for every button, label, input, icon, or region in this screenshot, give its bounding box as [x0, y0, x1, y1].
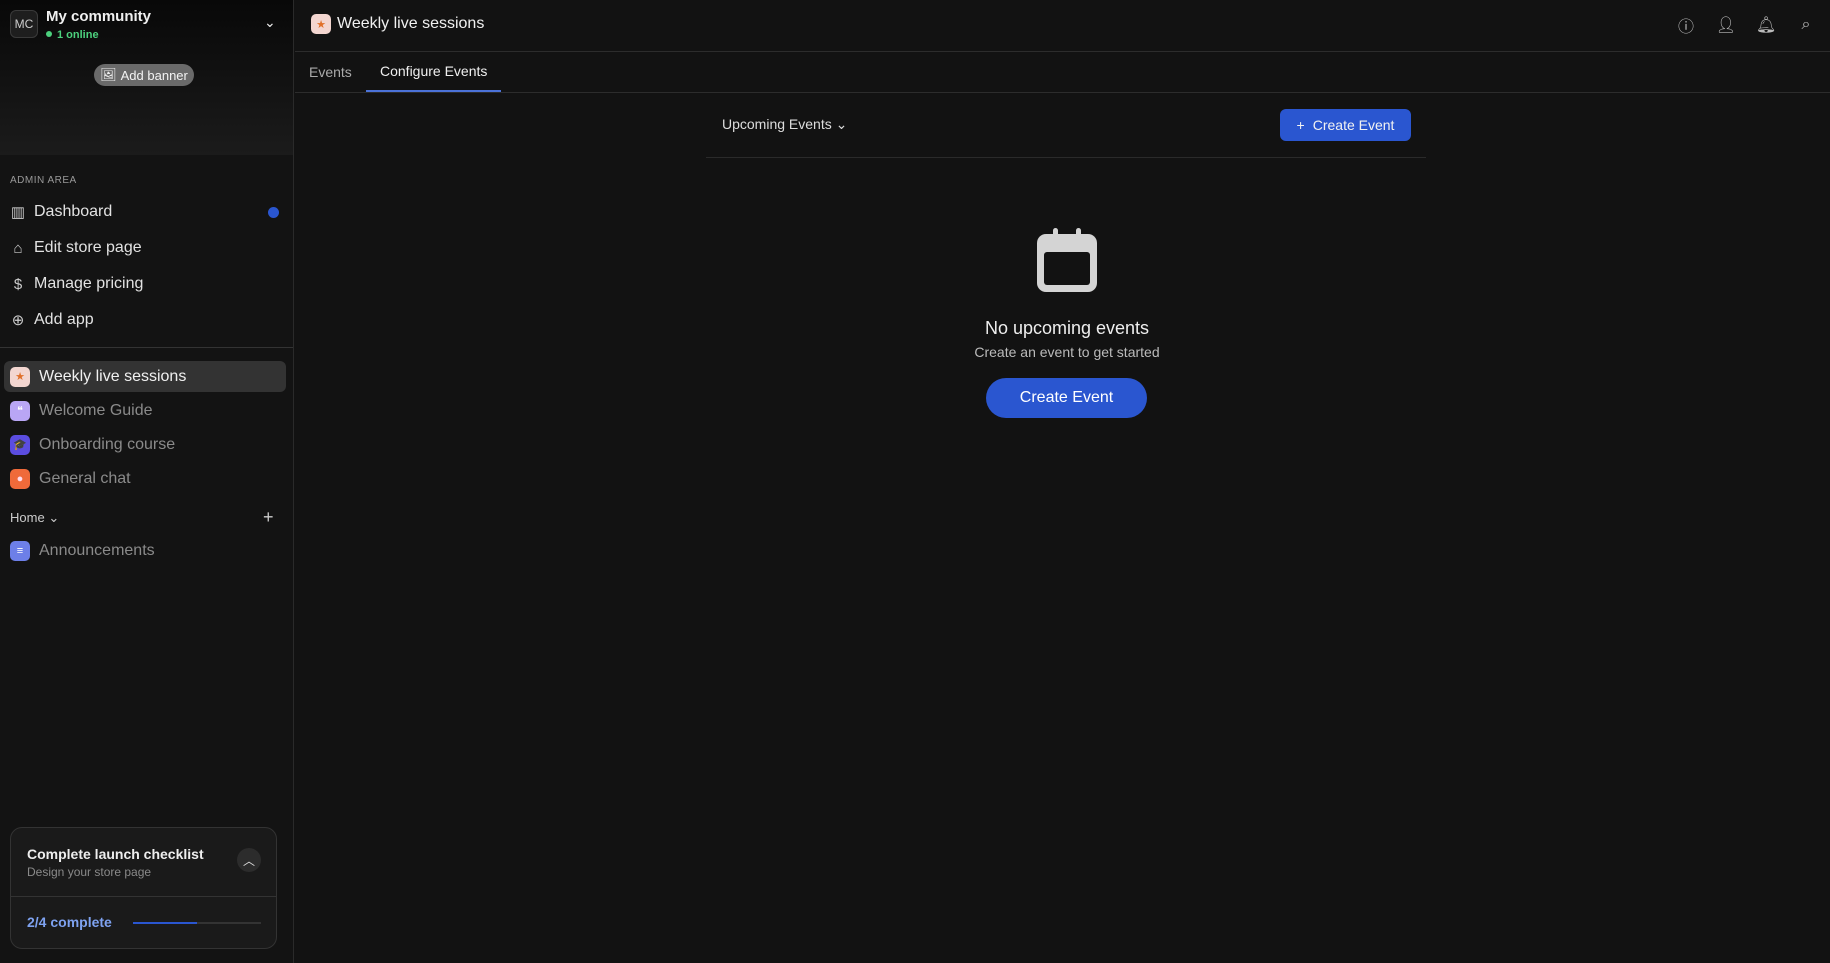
plus-circle-icon: ⊕: [11, 312, 25, 329]
community-banner-area: MC My community 1 online ⌄ 🖼 Add banner: [0, 0, 293, 155]
nav-label: Manage pricing: [34, 275, 144, 292]
plus-icon: +: [1296, 117, 1305, 133]
community-avatar[interactable]: MC: [10, 10, 38, 38]
tab-configure-events[interactable]: Configure Events: [366, 52, 502, 92]
page-title: ★ Weekly live sessions: [311, 14, 484, 34]
space-label: Announcements: [39, 541, 155, 559]
upcoming-events-dropdown[interactable]: Upcoming Events ⌄: [722, 116, 847, 133]
image-icon: 🖼: [100, 67, 117, 82]
community-name[interactable]: My community: [46, 8, 151, 25]
home-label: Home: [10, 510, 45, 525]
empty-state-subtitle: Create an event to get started: [974, 344, 1160, 360]
info-icon[interactable]: ⓘ: [1675, 14, 1697, 36]
empty-state-title: No upcoming events: [984, 318, 1150, 338]
bell-icon[interactable]: 🔔︎: [1755, 14, 1777, 36]
search-icon[interactable]: ⌕: [1795, 14, 1817, 36]
space-label: Welcome Guide: [39, 401, 153, 419]
space-label: Weekly live sessions: [39, 367, 187, 385]
chevron-down-icon[interactable]: ⌄: [264, 14, 276, 31]
space-announcements[interactable]: ≡ Announcements: [4, 535, 286, 566]
nav-label: Edit store page: [34, 239, 142, 256]
chevron-down-icon: ⌄: [835, 116, 848, 132]
progress-bar: [133, 922, 261, 924]
space-label: General chat: [39, 469, 131, 487]
add-banner-button[interactable]: 🖼 Add banner: [94, 64, 194, 86]
nav-manage-pricing[interactable]: $ Manage pricing: [10, 269, 144, 299]
divider: [706, 157, 1426, 158]
page-title-text: Weekly live sessions: [337, 15, 485, 32]
chevron-up-icon[interactable]: ︿: [237, 848, 261, 872]
megaphone-icon: ≡: [10, 540, 30, 561]
sidebar: MC My community 1 online ⌄ 🖼 Add banner A…: [0, 0, 294, 963]
nav-label: Add app: [34, 311, 94, 328]
space-welcome-guide[interactable]: ❝ Welcome Guide: [4, 395, 286, 426]
create-event-button[interactable]: + Create Event: [1280, 109, 1411, 141]
launch-checklist-card[interactable]: Complete launch checklist Design your st…: [10, 827, 277, 949]
graduation-cap-icon: 🎓: [10, 434, 30, 455]
space-onboarding-course[interactable]: 🎓 Onboarding course: [4, 429, 286, 460]
star-calendar-icon: ★: [311, 14, 331, 34]
space-weekly-live-sessions[interactable]: ★ Weekly live sessions: [4, 361, 286, 392]
divider: [11, 896, 276, 897]
tab-bar: Events Configure Events: [295, 52, 1830, 93]
admin-area-label: ADMIN AREA: [10, 175, 77, 186]
chat-bubble-icon: ●: [10, 468, 30, 489]
notification-dot: [268, 207, 279, 218]
bar-chart-icon: ▥: [10, 204, 26, 221]
create-event-label: Create Event: [1312, 117, 1395, 133]
header: ★ Weekly live sessions ⓘ 👤︎ 🔔︎ ⌕: [295, 0, 1830, 52]
checklist-progress-text: 2/4 complete: [27, 914, 112, 930]
nav-edit-store-page[interactable]: ⌂ Edit store page: [10, 233, 142, 263]
checklist-title: Complete launch checklist: [27, 846, 204, 862]
store-icon: ⌂: [13, 239, 23, 257]
add-space-button[interactable]: +: [263, 507, 274, 528]
create-event-primary-button[interactable]: Create Event: [986, 378, 1147, 418]
progress-fill: [133, 922, 197, 924]
nav-dashboard[interactable]: ▥ Dashboard: [10, 197, 112, 227]
divider: [0, 347, 293, 348]
filter-label: Upcoming Events: [722, 116, 832, 132]
space-label: Onboarding course: [39, 435, 176, 453]
space-general-chat[interactable]: ● General chat: [4, 463, 286, 494]
user-icon[interactable]: 👤︎: [1715, 14, 1737, 36]
home-group-toggle[interactable]: Home ⌄: [10, 510, 59, 526]
checklist-subtitle: Design your store page: [27, 865, 152, 879]
add-banner-label: Add banner: [120, 67, 188, 83]
star-calendar-icon: ★: [10, 366, 30, 387]
quote-icon: ❝: [10, 400, 30, 421]
nav-label: Dashboard: [34, 203, 113, 220]
chevron-down-icon: ⌄: [48, 510, 60, 525]
nav-add-app[interactable]: ⊕ Add app: [10, 305, 94, 335]
calendar-icon: [1037, 228, 1097, 292]
online-count: 1 online: [46, 29, 99, 41]
tab-events[interactable]: Events: [295, 52, 366, 92]
dollar-circle-icon: $: [13, 275, 23, 293]
